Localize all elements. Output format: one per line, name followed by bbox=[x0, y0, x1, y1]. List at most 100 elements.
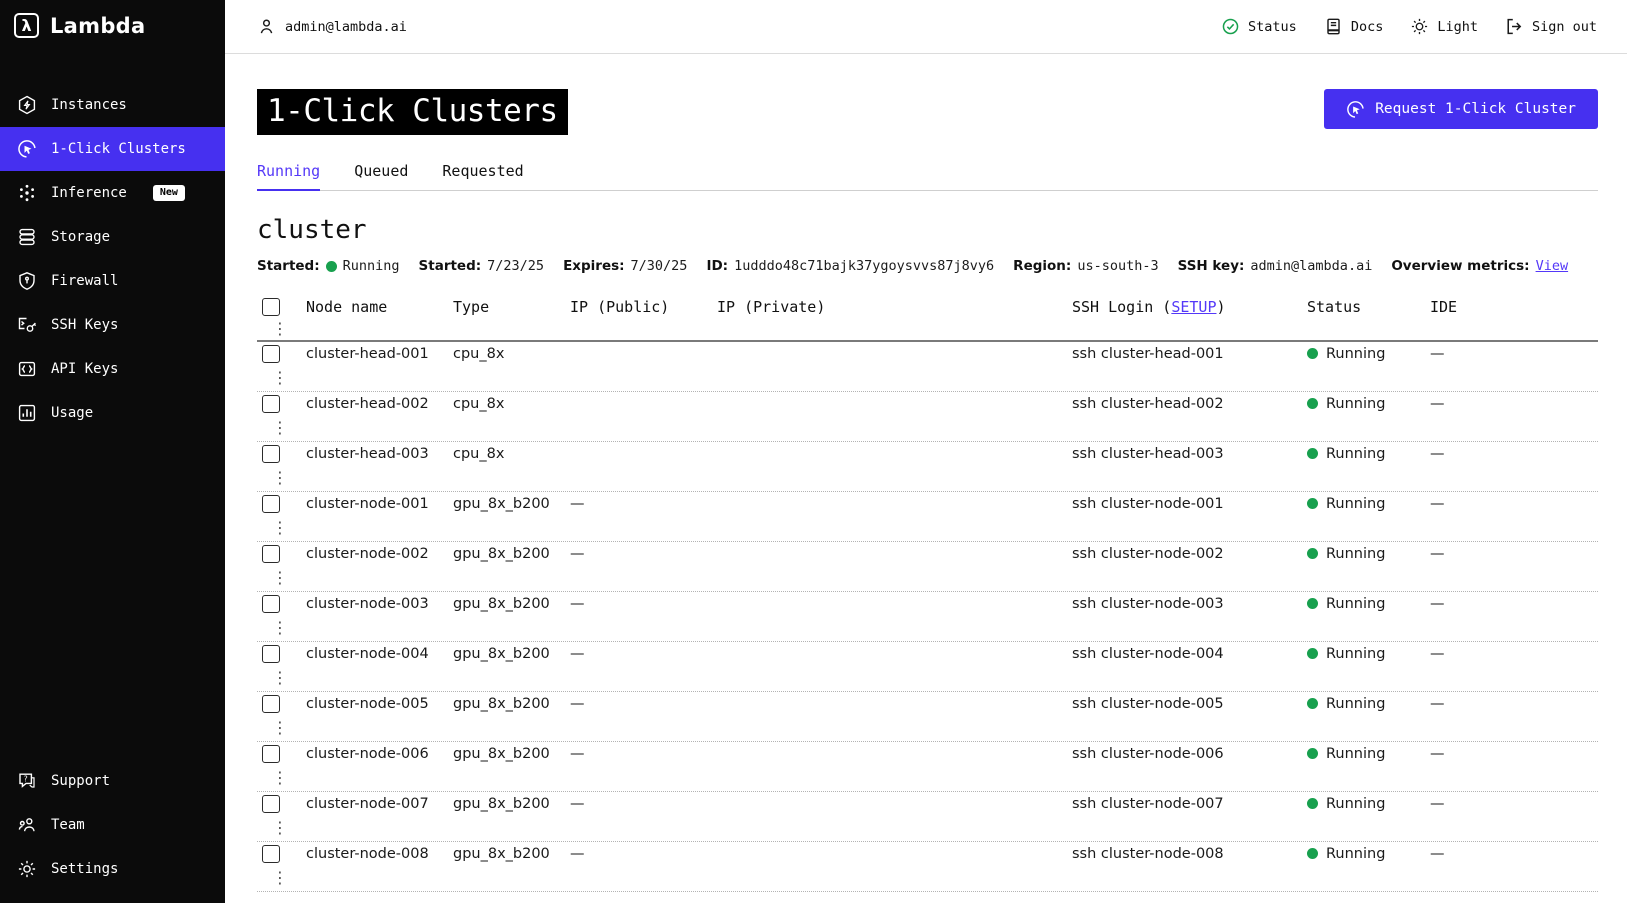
setup-link[interactable]: SETUP bbox=[1171, 298, 1216, 316]
sidebar-item-label: 1-Click Clusters bbox=[51, 141, 186, 157]
tab-running[interactable]: Running bbox=[257, 162, 321, 191]
sidebar-nav: Instances 1-Click Clusters Inference New… bbox=[0, 83, 225, 435]
table-row: cluster-node-008 gpu_8x_b200 — ssh clust… bbox=[257, 842, 1598, 892]
node-ssh-login: ssh cluster-node-007 bbox=[1072, 795, 1224, 812]
node-status: Running bbox=[1307, 796, 1430, 812]
running-status-dot bbox=[1307, 548, 1318, 560]
node-type: cpu_8x bbox=[453, 395, 505, 412]
sidebar-item-team[interactable]: Team bbox=[0, 803, 225, 847]
node-ssh-login: ssh cluster-head-002 bbox=[1072, 395, 1224, 412]
status-link[interactable]: Status bbox=[1221, 17, 1297, 36]
row-kebab-icon[interactable]: ⋮ bbox=[268, 718, 292, 738]
node-ssh-login: ssh cluster-head-003 bbox=[1072, 445, 1224, 462]
usage-icon bbox=[17, 403, 37, 423]
lambda-logo[interactable]: λ Lambda bbox=[0, 0, 225, 51]
tab-requested[interactable]: Requested bbox=[442, 162, 523, 190]
sidebar-item-ssh-keys[interactable]: SSH Keys bbox=[0, 303, 225, 347]
node-ip-public: — bbox=[570, 845, 585, 862]
sidebar-item-firewall[interactable]: Firewall bbox=[0, 259, 225, 303]
team-icon bbox=[17, 815, 37, 835]
settings-icon bbox=[17, 859, 37, 879]
sign-out-label: Sign out bbox=[1531, 18, 1597, 35]
topbar-actions: Status Docs Light Sign out bbox=[1221, 17, 1597, 36]
ssh-keys-icon bbox=[17, 315, 37, 335]
row-checkbox[interactable] bbox=[262, 844, 280, 863]
meta-ssh-key: SSH key: admin@lambda.ai bbox=[1177, 258, 1373, 274]
row-checkbox[interactable] bbox=[262, 394, 280, 413]
meta-expires-date: Expires: 7/30/25 bbox=[563, 258, 688, 274]
row-kebab-icon[interactable]: ⋮ bbox=[268, 518, 292, 538]
running-status-dot bbox=[1307, 598, 1318, 610]
row-kebab-icon[interactable]: ⋮ bbox=[268, 668, 292, 688]
node-type: cpu_8x bbox=[453, 345, 505, 362]
col-header-type: Type bbox=[453, 297, 490, 316]
node-type: gpu_8x_b200 bbox=[453, 795, 550, 812]
sign-out-icon bbox=[1505, 17, 1524, 36]
running-status-dot bbox=[1307, 448, 1318, 460]
row-checkbox[interactable] bbox=[262, 694, 280, 713]
sidebar-item-one-click-clusters[interactable]: 1-Click Clusters bbox=[0, 127, 225, 171]
node-ssh-login: ssh cluster-head-001 bbox=[1072, 345, 1224, 362]
sidebar-item-support[interactable]: ? Support bbox=[0, 759, 225, 803]
node-name: cluster-node-004 bbox=[306, 645, 429, 662]
running-status-dot bbox=[1307, 348, 1318, 360]
row-checkbox[interactable] bbox=[262, 794, 280, 813]
running-status-dot bbox=[1307, 498, 1318, 510]
row-kebab-icon[interactable]: ⋮ bbox=[268, 468, 292, 488]
node-ip-public: — bbox=[570, 645, 585, 662]
row-checkbox[interactable] bbox=[262, 744, 280, 763]
sidebar-item-usage[interactable]: Usage bbox=[0, 391, 225, 435]
node-name: cluster-node-005 bbox=[306, 695, 429, 712]
row-kebab-icon[interactable]: ⋮ bbox=[268, 818, 292, 838]
node-status: Running bbox=[1307, 846, 1430, 862]
node-status: Running bbox=[1307, 496, 1430, 512]
meta-overview-metrics: Overview metrics: View bbox=[1391, 258, 1569, 274]
node-ip-public: — bbox=[570, 795, 585, 812]
row-checkbox[interactable] bbox=[262, 544, 280, 563]
request-cluster-button[interactable]: Request 1-Click Cluster bbox=[1324, 89, 1598, 129]
node-ssh-login: ssh cluster-node-003 bbox=[1072, 595, 1224, 612]
running-status-dot bbox=[1307, 398, 1318, 410]
node-ide: — bbox=[1430, 845, 1445, 862]
row-kebab-icon[interactable]: ⋮ bbox=[268, 768, 292, 788]
row-kebab-icon[interactable]: ⋮ bbox=[268, 368, 292, 388]
table-header-kebab-icon[interactable]: ⋮ bbox=[268, 319, 292, 339]
node-ide: — bbox=[1430, 595, 1445, 612]
lambda-logo-text: Lambda bbox=[50, 13, 146, 38]
row-checkbox[interactable] bbox=[262, 344, 280, 363]
running-status-dot bbox=[1307, 798, 1318, 810]
row-kebab-icon[interactable]: ⋮ bbox=[268, 418, 292, 438]
col-header-ip-private: IP (Private) bbox=[717, 297, 826, 316]
page-content: 1-Click Clusters Request 1-Click Cluster… bbox=[225, 54, 1627, 903]
main-area: admin@lambda.ai Status Docs Light Sign o… bbox=[225, 0, 1627, 903]
row-kebab-icon[interactable]: ⋮ bbox=[268, 868, 292, 888]
node-type: gpu_8x_b200 bbox=[453, 495, 550, 512]
row-checkbox[interactable] bbox=[262, 644, 280, 663]
select-all-checkbox[interactable] bbox=[262, 297, 280, 316]
node-type: gpu_8x_b200 bbox=[453, 845, 550, 862]
row-kebab-icon[interactable]: ⋮ bbox=[268, 568, 292, 588]
row-checkbox[interactable] bbox=[262, 494, 280, 513]
table-header-row: Node name Type IP (Public) IP (Private) … bbox=[257, 296, 1598, 342]
account-info[interactable]: admin@lambda.ai bbox=[257, 17, 407, 36]
running-status-dot bbox=[1307, 648, 1318, 660]
sidebar-item-inference[interactable]: Inference New bbox=[0, 171, 225, 215]
node-ip-public: — bbox=[570, 745, 585, 762]
tab-queued[interactable]: Queued bbox=[354, 162, 408, 190]
status-check-icon bbox=[1221, 17, 1240, 36]
sidebar-item-settings[interactable]: Settings bbox=[0, 847, 225, 891]
sidebar-item-storage[interactable]: Storage bbox=[0, 215, 225, 259]
docs-link[interactable]: Docs bbox=[1324, 17, 1383, 36]
row-checkbox[interactable] bbox=[262, 444, 280, 463]
running-status-dot bbox=[1307, 748, 1318, 760]
row-checkbox[interactable] bbox=[262, 594, 280, 613]
node-status: Running bbox=[1307, 746, 1430, 762]
theme-toggle[interactable]: Light bbox=[1410, 17, 1478, 36]
node-ip-public: — bbox=[570, 495, 585, 512]
sign-out-button[interactable]: Sign out bbox=[1505, 17, 1597, 36]
sidebar-item-instances[interactable]: Instances bbox=[0, 83, 225, 127]
row-kebab-icon[interactable]: ⋮ bbox=[268, 618, 292, 638]
view-metrics-link[interactable]: View bbox=[1536, 258, 1569, 274]
node-ip-public: — bbox=[570, 595, 585, 612]
sidebar-item-api-keys[interactable]: API Keys bbox=[0, 347, 225, 391]
